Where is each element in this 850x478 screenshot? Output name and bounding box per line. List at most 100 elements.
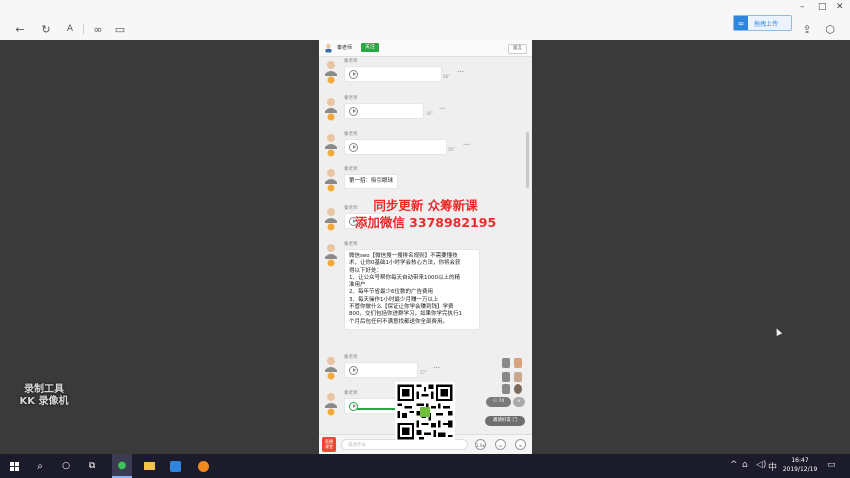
voice-bubble[interactable] (344, 362, 418, 378)
sender-name: 秦老师 (344, 167, 358, 172)
side-icon-3[interactable] (502, 384, 510, 394)
voice-duration: 56" (448, 147, 455, 152)
notification-icon[interactable]: ▭ (827, 460, 836, 470)
viewer-avatar-icon[interactable] (514, 384, 522, 394)
message-button[interactable]: 留言 (508, 44, 527, 54)
viewer-avatar-icon[interactable] (514, 372, 522, 382)
promo-overlay: 同步更新 众筹新课 添加微信 3378982195 (319, 197, 532, 231)
upload-button[interactable]: ∞ 拖拽上传 (733, 15, 792, 31)
more-dots: ••• (457, 69, 465, 74)
sender-name: 秦老师 (344, 355, 358, 360)
voice-bubble[interactable] (344, 139, 447, 155)
online-count: 74 (498, 399, 505, 404)
refresh-icon[interactable]: ↻ (38, 22, 54, 36)
sender-name: 秦老师 (344, 59, 358, 64)
start-button[interactable] (6, 454, 22, 478)
watermark-line-1: 录制工具 (24, 384, 64, 395)
search-icon[interactable]: ⌕ (32, 454, 48, 478)
ime-indicator[interactable]: 中 (768, 460, 777, 473)
play-icon (349, 142, 358, 152)
text-line: 800，交们包括你进群学习，如果你学完执行1 (349, 311, 462, 318)
teacher-avatar-icon (325, 244, 337, 267)
system-clock[interactable]: 16:47 2019/12/19 (778, 456, 822, 474)
share-icon[interactable]: ⇪ (799, 22, 815, 36)
online-count-badge[interactable]: ⚇ 74 (486, 397, 511, 407)
text-line: 术，让你0基础1小时学会核心方法，你将会获 (349, 260, 461, 267)
sender-name: 秦老师 (344, 96, 358, 101)
text-line: 3、每天操作1小时最少月赚一万以上 (349, 296, 439, 303)
play-icon (349, 69, 358, 79)
promo-line-2: 添加微信 3378982195 (354, 215, 497, 230)
teacher-avatar-icon (325, 134, 337, 157)
text-line: 个月后包任何不满意找都送你全部费用。 (349, 318, 449, 325)
sender-name: 秦老师 (344, 391, 358, 396)
windows-logo-icon (9, 461, 19, 471)
network-icon[interactable]: ⌂ (742, 460, 748, 470)
back-icon[interactable]: ← (12, 22, 28, 36)
teacher-avatar-icon (325, 169, 337, 192)
teacher-avatar-icon (325, 61, 337, 84)
cloud-logo-icon: ∞ (734, 16, 748, 30)
voice-bubble[interactable] (344, 66, 442, 82)
baidu-netdisk-icon[interactable] (166, 454, 184, 478)
close-panel-icon[interactable]: × (513, 397, 525, 407)
follow-button[interactable]: 关注 (361, 43, 379, 52)
clock-time: 16:47 (791, 457, 809, 464)
text-line: 1、让公众号帮你每天自动带来1000以上的精 (349, 274, 460, 281)
cortana-icon[interactable]: ○ (58, 454, 74, 478)
maximize-button[interactable]: □ (818, 2, 827, 12)
play-icon (349, 106, 358, 116)
invite-button[interactable]: 邀请好友 门 (485, 416, 525, 426)
volume-icon[interactable]: ◁) (756, 460, 766, 470)
windows-taskbar: ⌕ ○ ⧉ ● ^ ⌂ ◁) 中 16:47 2019/12/19 ▭ (0, 454, 850, 478)
recorder-watermark: 录制工具 KK 录像机 (14, 384, 74, 408)
more-dots: ••• (433, 365, 441, 370)
play-icon (349, 365, 358, 375)
live-classroom-icon[interactable]: 直播 课堂 (322, 437, 336, 452)
chat-icon[interactable]: ▭ (495, 439, 506, 450)
clock-date: 2019/12/19 (782, 466, 818, 473)
wechat-app-icon[interactable]: ● (112, 454, 132, 478)
teacher-avatar-icon (325, 393, 337, 416)
qr-code-icon (395, 382, 455, 442)
tray-expand-icon[interactable]: ^ (730, 460, 738, 470)
text-bubble: 第一招：吸引眼球 (344, 174, 399, 190)
chat-header: 秦老师 关注 留言 (319, 40, 532, 57)
menu-icon[interactable]: ≡ (515, 439, 526, 450)
voice-progress-bar (357, 408, 397, 410)
long-text-bubble: 微信seo【微信搜一搜排名规则】不需要懂技 术，让你0基础1小时学会核心方法，你… (344, 249, 480, 330)
upload-label: 拖拽上传 (754, 20, 779, 28)
side-icon-2[interactable] (502, 372, 510, 382)
voice-duration: 57" (420, 370, 427, 375)
text-line: 2、每年节省最少6位数的广告费用 (349, 289, 433, 296)
voice-duration: 56" (443, 74, 450, 79)
side-icon-1[interactable] (502, 358, 510, 368)
chat-scrollbar[interactable] (526, 132, 529, 188)
minimize-button[interactable]: – (800, 2, 805, 12)
recorder-app-icon[interactable] (194, 454, 212, 478)
task-view-icon[interactable]: ⧉ (84, 454, 100, 478)
save-icon[interactable]: ▭ (112, 22, 128, 36)
header-name: 秦老师 (337, 45, 353, 51)
voice-bubble[interactable] (344, 103, 424, 119)
voice-duration: 36" (426, 111, 433, 116)
sender-name: 秦老师 (344, 242, 358, 247)
toolbar-divider (83, 24, 84, 34)
link-icon[interactable]: ∞ (90, 22, 106, 36)
cube-icon[interactable]: ⬡ (822, 22, 838, 36)
more-dots: ••• (439, 106, 447, 111)
teacher-avatar-icon (325, 98, 337, 121)
sender-name: 秦老师 (344, 132, 358, 137)
teacher-avatar-icon (325, 357, 337, 380)
viewer-avatar-icon[interactable] (514, 358, 522, 368)
watermark-line-2: KK 录像机 (19, 396, 69, 407)
more-dots: ••• (463, 142, 471, 147)
file-explorer-icon[interactable] (140, 454, 158, 478)
promo-line-1: 同步更新 众筹新课 (373, 198, 478, 213)
font-icon[interactable]: A (62, 22, 78, 36)
browser-toolbar: ← ↻ A ∞ ▭ – □ ✕ ∞ 拖拽上传 ⇪ ⬡ (0, 0, 850, 40)
text-line: 得以下好处： (349, 267, 383, 274)
speed-button[interactable]: 1.0x (475, 439, 486, 450)
close-button[interactable]: ✕ (836, 2, 844, 12)
teacher-avatar-icon (325, 43, 332, 53)
